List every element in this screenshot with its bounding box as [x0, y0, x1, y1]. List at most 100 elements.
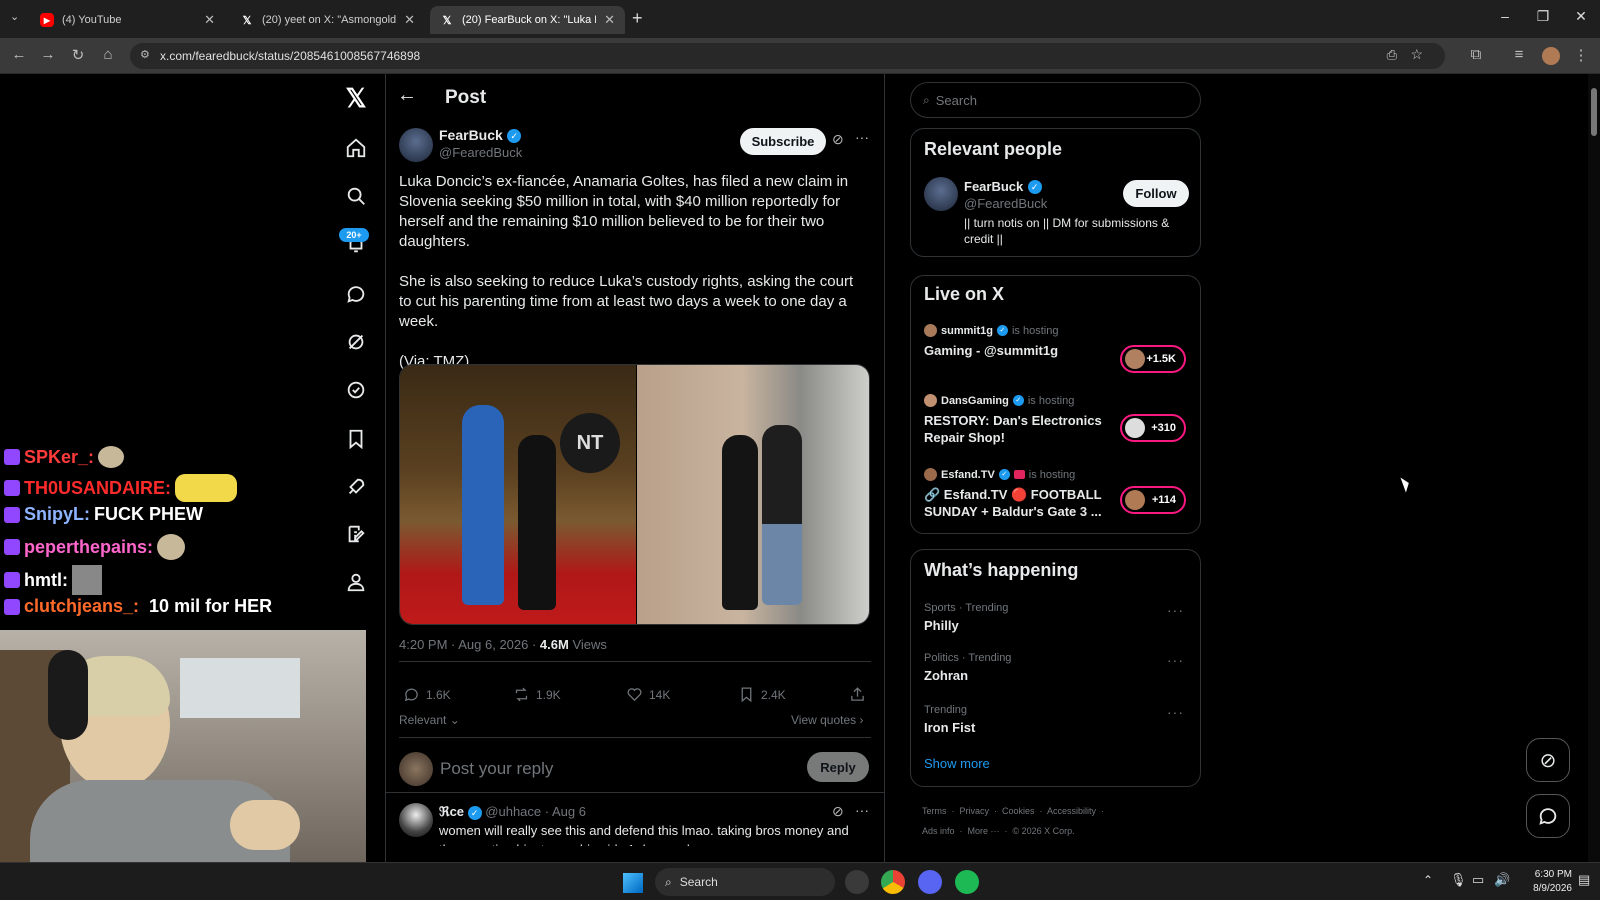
author-name-row[interactable]: FearBuck ✓ [439, 127, 522, 145]
person-name-row[interactable]: FearBuck ✓ [964, 178, 1042, 196]
home-icon[interactable] [340, 132, 372, 164]
live-listeners-pill[interactable]: +114 [1120, 486, 1186, 514]
search-icon[interactable] [340, 180, 372, 212]
repost-action[interactable]: 1.9K [513, 686, 561, 703]
live-item[interactable]: Esfand.TV ✓ is hosting 🔗 Esfand.TV 🔴 FOO… [911, 464, 1200, 526]
view-quotes-link[interactable]: View quotes › [791, 713, 864, 727]
show-more-link[interactable]: Show more [924, 756, 990, 771]
trend-item[interactable]: Trending Iron Fist ··· [911, 700, 1200, 744]
timestamp[interactable]: 4:20 PM · Aug 6, 2026 · [399, 637, 540, 652]
reply-author-name[interactable]: ℜce [439, 804, 464, 819]
verified-icon[interactable] [340, 374, 372, 406]
follow-button[interactable]: Follow [1123, 180, 1189, 207]
close-tab-icon[interactable]: ✕ [604, 12, 615, 28]
grok-icon[interactable]: ⊘ [832, 131, 844, 148]
reply-action[interactable]: 1.6K [403, 686, 451, 703]
person-handle[interactable]: @FearedBuck [964, 196, 1047, 211]
site-info-icon[interactable]: ⚙ [140, 48, 150, 61]
chat-line: SPKer_: [4, 446, 125, 468]
profile-avatar[interactable] [1542, 47, 1560, 65]
network-icon[interactable]: ▭ [1472, 872, 1484, 888]
trend-item[interactable]: Sports · Trending Philly ··· [911, 598, 1200, 642]
photo-right[interactable] [637, 365, 869, 624]
reload-icon[interactable]: ↻ [67, 46, 89, 64]
messages-floating-button[interactable] [1526, 794, 1570, 838]
tab-search-button[interactable]: ⌄ [10, 10, 19, 23]
reply-input[interactable]: Post your reply [440, 759, 780, 779]
author-handle[interactable]: @FearedBuck [439, 145, 522, 160]
share-action[interactable] [849, 686, 866, 703]
tab-yeet[interactable]: 𝕏 (20) yeet on X: "Asmongold ap ✕ [230, 6, 425, 34]
grok-icon[interactable]: ⊘ [832, 803, 844, 820]
tweet-media[interactable]: NT [399, 364, 870, 625]
live-listeners-pill[interactable]: +1.5K [1120, 345, 1186, 373]
new-tab-button[interactable]: + [632, 8, 643, 29]
back-arrow-icon[interactable]: ← [397, 84, 417, 107]
x-logo-icon[interactable]: 𝕏 [340, 82, 372, 114]
footer-links[interactable]: Ads info · More ··· · © 2026 X Corp. [922, 826, 1075, 836]
steam-icon[interactable] [845, 870, 869, 894]
minimize-button[interactable]: – [1490, 8, 1520, 24]
close-tab-icon[interactable]: ✕ [404, 12, 415, 28]
scrollbar-thumb[interactable] [1591, 88, 1597, 136]
live-item[interactable]: DansGaming ✓ is hosting RESTORY: Dan's E… [911, 390, 1200, 452]
more-options-icon[interactable]: ··· [855, 802, 869, 818]
star-icon[interactable]: ☆ [1410, 46, 1423, 63]
install-icon[interactable]: ⎙ [1387, 47, 1397, 63]
messages-icon[interactable] [340, 278, 372, 310]
search-input[interactable]: ⌕ Search [910, 82, 1201, 118]
reply-text: women will really see this and defend th… [439, 823, 849, 838]
chat-line: TH0USANDAIRE: [4, 474, 238, 502]
spotify-icon[interactable] [955, 870, 979, 894]
more-options-icon[interactable]: ··· [1167, 704, 1184, 720]
chat-line: peperthepains: [4, 534, 186, 560]
restore-button[interactable]: ❐ [1528, 8, 1558, 25]
author-avatar[interactable] [399, 128, 433, 162]
author-name[interactable]: FearBuck [439, 127, 503, 143]
footer-links[interactable]: Terms · Privacy · Cookies · Accessibilit… [922, 806, 1104, 816]
forward-icon[interactable]: → [37, 46, 59, 63]
back-icon[interactable]: ← [8, 46, 30, 63]
person-avatar[interactable] [924, 177, 958, 211]
volume-icon[interactable]: 🔊 [1494, 872, 1510, 888]
divider [399, 661, 871, 662]
grok-floating-button[interactable]: ⊘ [1526, 738, 1570, 782]
close-window-button[interactable]: ✕ [1566, 8, 1596, 25]
chat-user: SnipyL: [24, 504, 90, 524]
trend-item[interactable]: Politics · Trending Zohran ··· [911, 650, 1200, 694]
discord-icon[interactable] [918, 870, 942, 894]
reply-date[interactable]: · Aug 6 [545, 804, 586, 819]
menu-icon[interactable]: ⋮ [1570, 46, 1592, 64]
taskbar-search[interactable]: ⌕ Search [655, 868, 835, 896]
subscribe-button[interactable]: Subscribe [740, 128, 826, 155]
address-bar[interactable]: ⚙ x.com/fearedbuck/status/20854610085677… [130, 43, 1445, 69]
reply-avatar[interactable] [399, 803, 433, 837]
live-item[interactable]: summit1g ✓ is hosting Gaming - @summit1g… [911, 320, 1200, 382]
more-options-icon[interactable]: ··· [1167, 652, 1184, 668]
home-icon[interactable]: ⌂ [97, 46, 119, 63]
sort-dropdown[interactable]: Relevant ⌄ [399, 713, 460, 727]
like-action[interactable]: 14K [626, 686, 670, 703]
tab-youtube[interactable]: ▶ (4) YouTube ✕ [30, 6, 225, 34]
extensions-icon[interactable]: ⧉ [1465, 46, 1487, 63]
chrome-icon[interactable] [881, 870, 905, 894]
photo-left[interactable]: NT [400, 365, 636, 624]
media-icon[interactable]: ≡ [1508, 46, 1530, 63]
reply-button[interactable]: Reply [807, 752, 869, 782]
notification-center-icon[interactable]: ▤ [1578, 872, 1590, 888]
live-listeners-pill[interactable]: +310 [1120, 414, 1186, 442]
start-button[interactable] [623, 873, 643, 893]
mic-icon[interactable]: 🎙 [1450, 872, 1467, 888]
live-title: RESTORY: Dan's Electronics Repair Shop! [924, 413, 1102, 445]
scrollbar[interactable] [1588, 74, 1600, 862]
reply-author-handle[interactable]: @uhhace [485, 804, 541, 819]
close-tab-icon[interactable]: ✕ [204, 12, 215, 28]
person-name[interactable]: FearBuck [964, 179, 1023, 194]
more-options-icon[interactable]: ··· [855, 129, 869, 145]
more-options-icon[interactable]: ··· [1167, 602, 1184, 618]
tray-chevron-icon[interactable]: ⌃ [1423, 873, 1433, 887]
bookmark-action[interactable]: 2.4K [738, 686, 786, 703]
tab-fearbuck[interactable]: 𝕏 (20) FearBuck on X: "Luka Donc ✕ [430, 6, 625, 34]
grok-icon[interactable] [340, 326, 372, 358]
clock[interactable]: 6:30 PM 8/9/2026 [1520, 868, 1572, 896]
